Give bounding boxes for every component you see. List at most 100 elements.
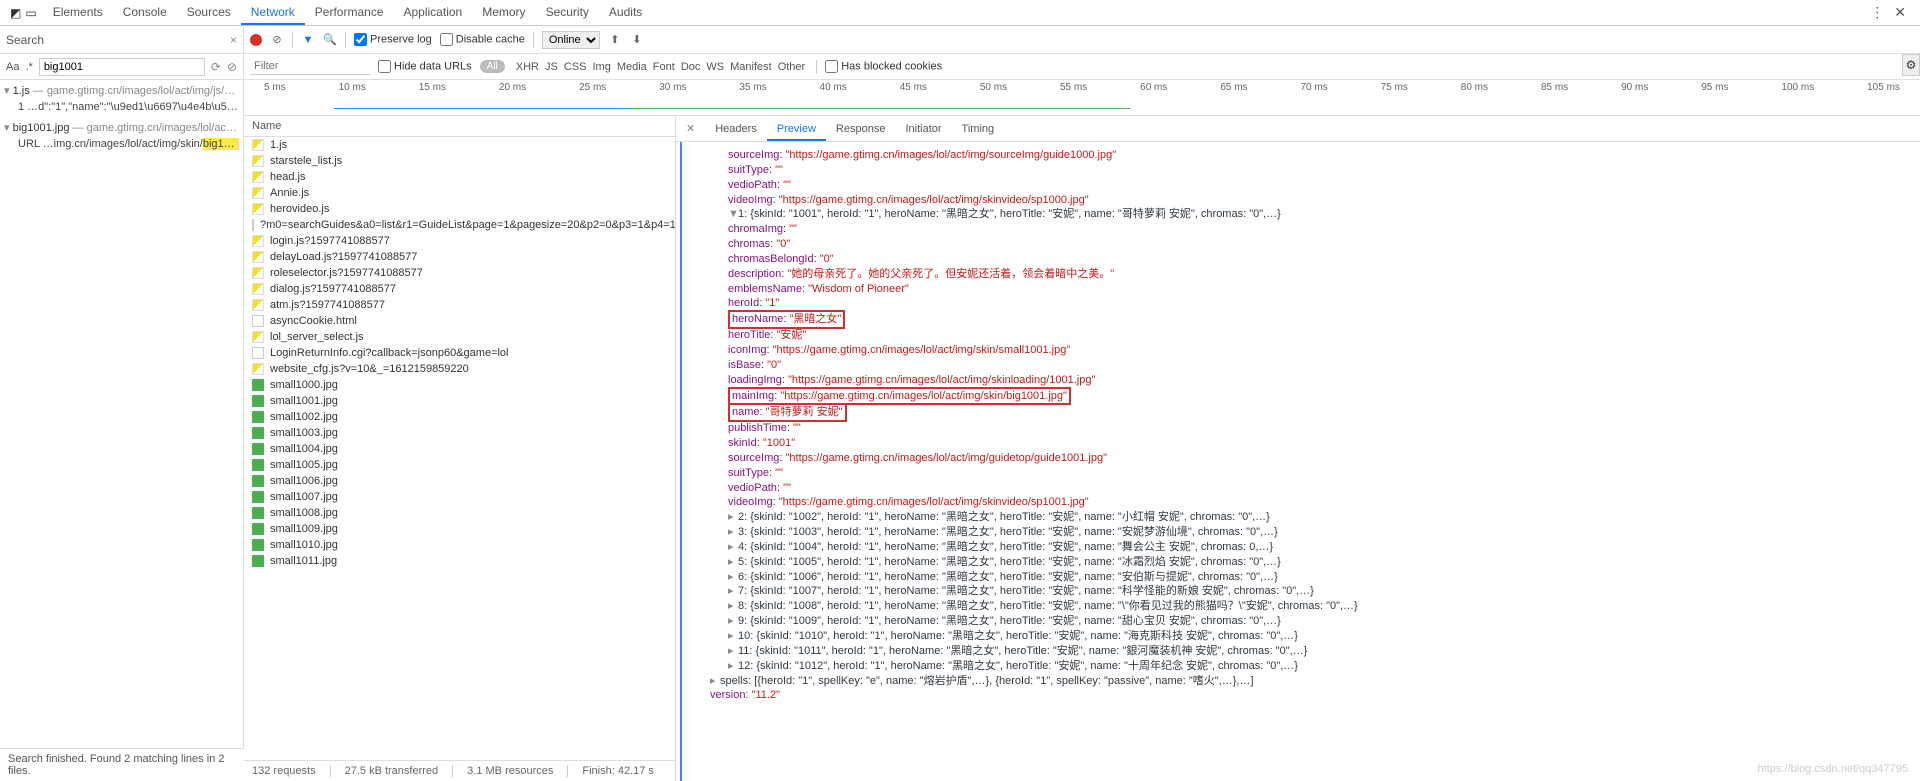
request-row[interactable]: LoginReturnInfo.cgi?callback=jsonp60&gam… [244, 345, 675, 361]
tab-sources[interactable]: Sources [177, 1, 241, 25]
device-icon[interactable]: ▭ [25, 6, 36, 20]
filter-icon[interactable]: ▼ [301, 33, 315, 47]
filter-type-media[interactable]: Media [614, 61, 650, 73]
request-row[interactable]: head.js [244, 169, 675, 185]
file-type-icon [252, 267, 264, 279]
search-refresh-icon[interactable]: ⟳ [211, 60, 221, 74]
search-input[interactable] [39, 58, 205, 76]
inspect-icon[interactable]: ◩ [10, 6, 21, 20]
request-row[interactable]: small1011.jpg [244, 553, 675, 569]
tab-console[interactable]: Console [113, 1, 177, 25]
file-type-icon [252, 187, 264, 199]
file-type-icon [252, 379, 264, 391]
filter-type-manifest[interactable]: Manifest [727, 61, 775, 73]
request-row[interactable]: small1007.jpg [244, 489, 675, 505]
file-type-icon [252, 315, 264, 327]
match-case-icon[interactable]: Aa [6, 61, 19, 73]
request-list: Name 1.jsstarstele_list.jshead.jsAnnie.j… [244, 116, 676, 781]
filter-type-xhr[interactable]: XHR [513, 61, 542, 73]
filter-type-img[interactable]: Img [589, 61, 613, 73]
request-row[interactable]: small1001.jpg [244, 393, 675, 409]
has-blocked-cookies-checkbox[interactable]: Has blocked cookies [825, 60, 942, 73]
throttling-select[interactable]: Online [542, 31, 600, 49]
request-row[interactable]: starstele_list.js [244, 153, 675, 169]
file-type-icon [252, 139, 264, 151]
tab-audits[interactable]: Audits [599, 1, 652, 25]
detail-tab-timing[interactable]: Timing [952, 119, 1005, 139]
filter-type-font[interactable]: Font [650, 61, 678, 73]
file-type-icon [252, 219, 254, 231]
hide-data-urls-checkbox[interactable]: Hide data URLs [378, 60, 472, 73]
filter-type-js[interactable]: JS [542, 61, 561, 73]
upload-icon[interactable]: ⬆ [608, 33, 622, 47]
search-result-line[interactable]: URL …img.cn/images/lol/act/img/skin/big1… [4, 136, 239, 152]
close-detail-icon[interactable]: ✕ [680, 122, 701, 135]
request-row[interactable]: small1002.jpg [244, 409, 675, 425]
search-status: Search finished. Found 2 matching lines … [0, 748, 244, 781]
request-row[interactable]: Annie.js [244, 185, 675, 201]
timeline[interactable]: 5 ms10 ms15 ms20 ms25 ms30 ms35 ms40 ms4… [244, 80, 1920, 116]
settings-gear-icon[interactable]: ⚙ [1902, 54, 1920, 76]
detail-tab-headers[interactable]: Headers [705, 119, 767, 139]
request-row[interactable]: website_cfg.js?v=10&_=1612159859220 [244, 361, 675, 377]
request-row[interactable]: small1003.jpg [244, 425, 675, 441]
request-row[interactable]: dialog.js?1597741088577 [244, 281, 675, 297]
filter-type-ws[interactable]: WS [703, 61, 727, 73]
search-clear-icon[interactable]: ⊘ [227, 60, 237, 74]
request-row[interactable]: small1005.jpg [244, 457, 675, 473]
search-result-line[interactable]: 1 …d":"1","name":"\u9ed1\u6697\u4e4b\u59… [4, 99, 239, 115]
tab-application[interactable]: Application [394, 1, 473, 25]
tab-performance[interactable]: Performance [305, 1, 394, 25]
search-result-file[interactable]: ▾ big1001.jpg — game.gtimg.cn/images/lol… [4, 119, 239, 136]
filter-input[interactable] [250, 58, 370, 75]
request-row[interactable]: atm.js?1597741088577 [244, 297, 675, 313]
file-type-icon [252, 475, 264, 487]
request-row[interactable]: lol_server_select.js [244, 329, 675, 345]
watermark: https://blog.csdn.net/qq347795 [1758, 763, 1908, 775]
preview-body[interactable]: sourceImg: "https://game.gtimg.cn/images… [680, 142, 1920, 781]
file-type-icon [252, 331, 264, 343]
preserve-log-checkbox[interactable]: Preserve log [354, 33, 432, 46]
search-close-icon[interactable]: × [230, 33, 237, 47]
detail-tab-preview[interactable]: Preview [767, 119, 826, 141]
search-icon[interactable]: 🔍 [323, 33, 337, 47]
detail-tab-initiator[interactable]: Initiator [895, 119, 951, 139]
request-row[interactable]: small1000.jpg [244, 377, 675, 393]
column-header-name[interactable]: Name [244, 116, 675, 137]
detail-tab-response[interactable]: Response [826, 119, 896, 139]
search-result-file[interactable]: ▾ 1.js — game.gtimg.cn/images/lol/act/im… [4, 82, 239, 99]
filter-type-doc[interactable]: Doc [678, 61, 704, 73]
filter-all[interactable]: All [480, 60, 505, 73]
request-row[interactable]: small1009.jpg [244, 521, 675, 537]
close-devtools-icon[interactable]: ✕ [1894, 4, 1906, 21]
record-icon[interactable] [250, 34, 262, 46]
file-type-icon [252, 235, 264, 247]
disable-cache-checkbox[interactable]: Disable cache [440, 33, 525, 46]
request-row[interactable]: ?m0=searchGuides&a0=list&r1=GuideList&pa… [244, 217, 675, 233]
request-row[interactable]: delayLoad.js?1597741088577 [244, 249, 675, 265]
request-row[interactable]: small1010.jpg [244, 537, 675, 553]
request-row[interactable]: roleselector.js?1597741088577 [244, 265, 675, 281]
search-results: ▾ 1.js — game.gtimg.cn/images/lol/act/im… [0, 80, 243, 781]
request-row[interactable]: small1006.jpg [244, 473, 675, 489]
kebab-icon[interactable]: ⋮ [1870, 4, 1884, 21]
tab-elements[interactable]: Elements [43, 1, 113, 25]
clear-icon[interactable]: ⊘ [270, 33, 284, 47]
request-row[interactable]: small1008.jpg [244, 505, 675, 521]
request-row[interactable]: asyncCookie.html [244, 313, 675, 329]
filter-type-other[interactable]: Other [775, 61, 809, 73]
request-row[interactable]: herovideo.js [244, 201, 675, 217]
download-icon[interactable]: ⬇ [630, 33, 644, 47]
request-row[interactable]: 1.js [244, 137, 675, 153]
filter-type-css[interactable]: CSS [561, 61, 590, 73]
file-type-icon [252, 155, 264, 167]
tab-security[interactable]: Security [536, 1, 599, 25]
tab-network[interactable]: Network [241, 1, 305, 25]
request-row[interactable]: small1004.jpg [244, 441, 675, 457]
detail-pane: ✕ HeadersPreviewResponseInitiatorTiming … [676, 116, 1920, 781]
regex-icon[interactable]: .* [25, 61, 32, 73]
tab-memory[interactable]: Memory [472, 1, 535, 25]
request-row[interactable]: login.js?1597741088577 [244, 233, 675, 249]
file-type-icon [252, 251, 264, 263]
network-toolbar: ⊘ ▼ 🔍 Preserve log Disable cache Online … [244, 26, 1920, 54]
